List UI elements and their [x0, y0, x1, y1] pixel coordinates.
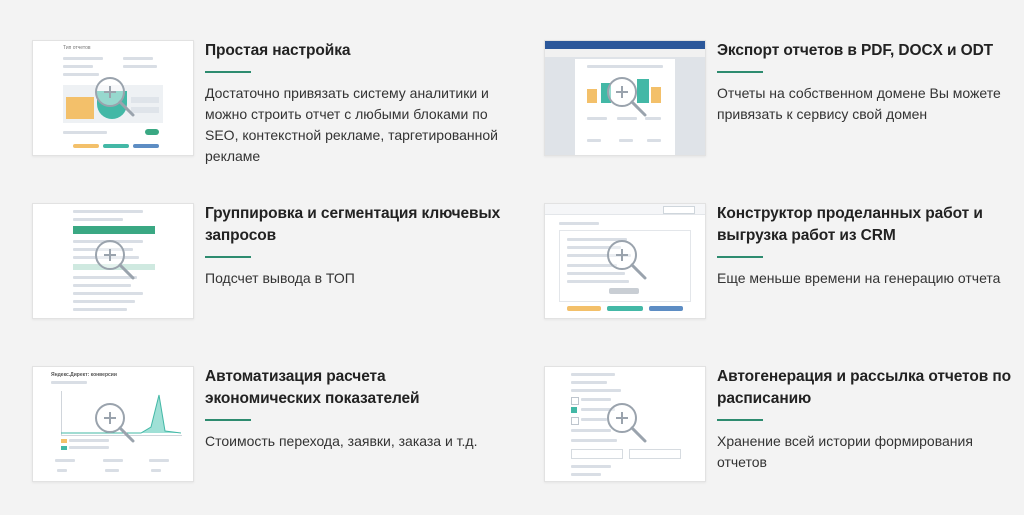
feature-thumbnail-export[interactable] — [544, 40, 706, 156]
feature-card-simple-setup: Тип отчетов Простая настройка Достаточно… — [32, 40, 502, 164]
feature-card-grouping: Группировка и сегментация ключевых запро… — [32, 203, 502, 323]
feature-description: Хранение всей истории формирования отчет… — [717, 433, 973, 470]
feature-description: Подсчет вывода в ТОП — [205, 270, 355, 286]
feature-title: Простая настройка — [205, 42, 351, 59]
feature-description: Отчеты на собственном домене Вы можете п… — [717, 85, 1001, 122]
feature-title: Конструктор проделанных работ и выгрузка… — [717, 205, 983, 244]
feature-thumbnail-constructor[interactable] — [544, 203, 706, 319]
feature-card-autogeneration: Автогенерация и рассылка отчетов по расп… — [544, 366, 1014, 486]
feature-description: Еще меньше времени на генерацию отчета — [717, 270, 1001, 286]
feature-title: Автогенерация и рассылка отчетов по расп… — [717, 368, 1011, 407]
zoom-in-icon — [95, 77, 135, 117]
feature-thumbnail-grouping[interactable] — [32, 203, 194, 319]
feature-title: Группировка и сегментация ключевых запро… — [205, 205, 501, 244]
feature-card-constructor: Конструктор проделанных работ и выгрузка… — [544, 203, 1014, 323]
zoom-in-icon — [607, 403, 647, 443]
zoom-in-icon — [607, 240, 647, 280]
feature-description: Стоимость перехода, заявки, заказа и т.д… — [205, 433, 478, 449]
feature-thumbnail-economics[interactable]: Яндекс.Директ: конверсии — [32, 366, 194, 482]
feature-thumbnail-autogeneration[interactable] — [544, 366, 706, 482]
feature-title: Экспорт отчетов в PDF, DOCX и ODT — [717, 42, 994, 59]
thumb-caption: Тип отчетов — [63, 45, 91, 51]
title-underline — [717, 256, 763, 258]
feature-card-economics: Яндекс.Директ: конверсии Автоматизация р… — [32, 366, 502, 486]
feature-description: Достаточно привязать систему аналитики и… — [205, 85, 498, 164]
zoom-in-icon — [95, 240, 135, 280]
feature-card-export: Экспорт отчетов в PDF, DOCX и ODT Отчеты… — [544, 40, 1014, 160]
zoom-in-icon — [95, 403, 135, 443]
feature-title: Автоматизация расчета экономических пока… — [205, 368, 420, 407]
title-underline — [717, 419, 763, 421]
title-underline — [205, 256, 251, 258]
title-underline — [717, 71, 763, 73]
zoom-in-icon — [607, 77, 647, 117]
title-underline — [205, 419, 251, 421]
thumb-caption: Яндекс.Директ: конверсии — [51, 372, 117, 378]
title-underline — [205, 71, 251, 73]
feature-thumbnail-setup[interactable]: Тип отчетов — [32, 40, 194, 156]
